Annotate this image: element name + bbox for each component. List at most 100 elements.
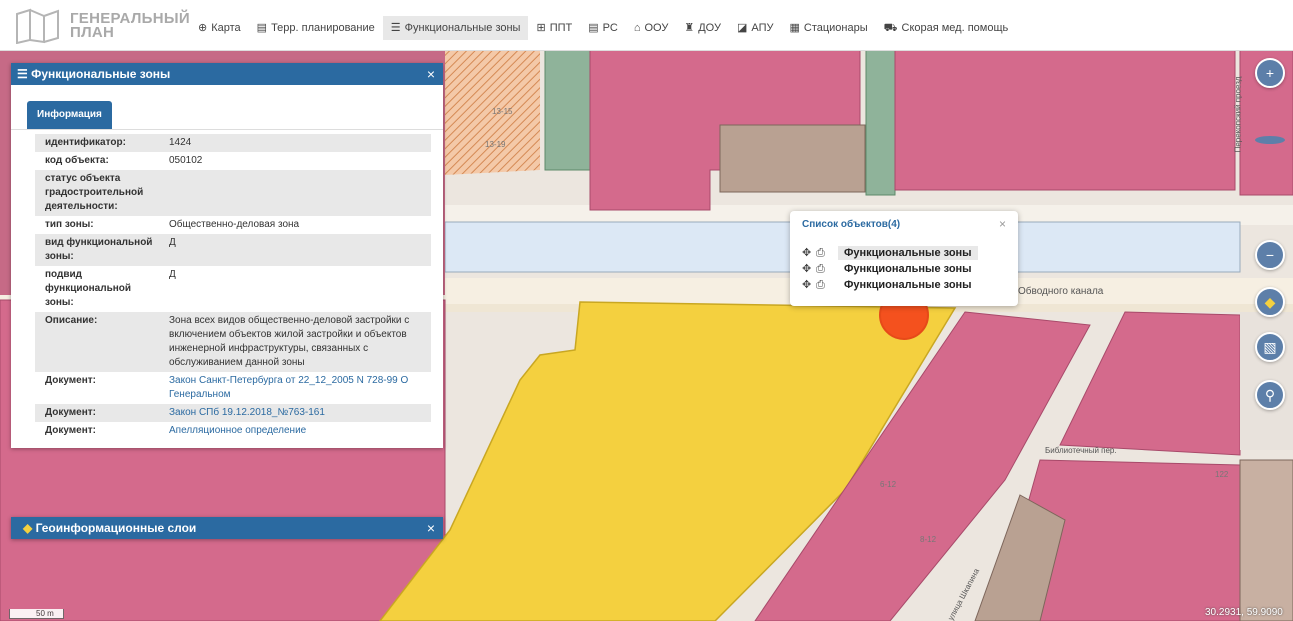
menu-icon: ☰ <box>17 67 32 81</box>
table-row: Документ: Апелляционное определение <box>35 422 431 440</box>
tab-information[interactable]: Информация <box>27 101 112 129</box>
functional-zones-panel: ☰ Функциональные зоны × Информация идент… <box>11 63 443 448</box>
parcel-label: 122 <box>1215 470 1229 479</box>
zoom-in-button[interactable]: + <box>1255 58 1285 88</box>
table-row: Описание: Зона всех видов общественно-дел… <box>35 312 431 372</box>
nav-label: АПУ <box>751 22 774 34</box>
nav-label: ДОУ <box>698 22 721 34</box>
table-row: подвид функциональной зоны: Д <box>35 266 431 312</box>
close-icon[interactable]: × <box>999 217 1006 231</box>
table-row: идентификатор: 1424 <box>35 134 431 152</box>
table-row: вид функциональной зоны: Д <box>35 234 431 266</box>
layers-icon: ◆ <box>23 521 36 535</box>
document-icon: ▤ <box>256 22 268 34</box>
child-icon: ♜ <box>684 22 695 34</box>
nav-label: РС <box>602 22 618 34</box>
street-label: Перекопский проезд <box>1233 76 1243 153</box>
move-icon[interactable]: ✥ <box>802 246 816 260</box>
close-icon[interactable]: × <box>427 63 435 85</box>
nav-label: Скорая мед. помощь <box>901 22 1009 34</box>
nav-item-hospitals[interactable]: ▦ Стационары <box>781 16 875 40</box>
table-row: Документ: Закон Санкт-Петербурга от 22_12… <box>35 372 431 404</box>
panel-title: Функциональные зоны <box>31 67 171 81</box>
logo-text: ГЕНЕРАЛЬНЫЙ ПЛАН <box>70 11 190 41</box>
document-link[interactable]: Закон Санкт-Петербурга от 22_12_2005 N 7… <box>169 375 408 400</box>
scale-bar: 50 m <box>9 609 64 619</box>
zoom-out-button[interactable]: − <box>1255 240 1285 270</box>
document-link[interactable]: Закон СПб 19.12.2018_№763-161 <box>169 407 325 418</box>
nav-item-rs[interactable]: ▤ РС <box>580 16 626 40</box>
table-row: статус объекта градостроительной деятель… <box>35 170 431 216</box>
print-icon[interactable]: ⎙ <box>816 262 830 276</box>
nav-label: Терр. планирование <box>271 22 375 34</box>
nav-item-oou[interactable]: ⌂ ООУ <box>626 16 677 40</box>
search-button[interactable]: ⚲ <box>1255 380 1285 410</box>
attribute-key: Документ: <box>45 375 97 386</box>
parcel-label: 8-12 <box>920 535 937 544</box>
panel-title: Геоинформационные слои <box>35 521 197 535</box>
grid-icon: ⊞ <box>536 22 546 34</box>
logo-icon <box>16 8 59 44</box>
popup-item-label[interactable]: Функциональные зоны <box>838 278 978 292</box>
table-row: Документ: Закон СПб 19.12.2018_№763-161 <box>35 404 431 422</box>
geo-layers-panel[interactable]: ◆ Геоинформационные слои × <box>11 517 443 539</box>
nav-label: Функциональные зоны <box>404 22 521 34</box>
nav-item-functional-zones[interactable]: ☰ Функциональные зоны <box>382 16 529 40</box>
print-icon[interactable]: ⎙ <box>816 278 830 292</box>
popup-item-label[interactable]: Функциональные зоны <box>838 246 978 260</box>
attribute-key: Документ: <box>35 404 159 422</box>
document-link[interactable]: Апелляционное определение <box>169 425 306 436</box>
panel-tabs: Информация <box>11 85 443 130</box>
nav-item-ppt[interactable]: ⊞ ППТ <box>528 16 580 40</box>
attribute-value <box>159 170 431 216</box>
attribute-value: Д <box>159 234 431 266</box>
nav-label: Стационары <box>803 22 868 34</box>
popup-item-label[interactable]: Функциональные зоны <box>838 262 978 276</box>
measure-icon[interactable]: ▧ <box>1255 332 1285 362</box>
panel-header: ☰ Функциональные зоны × <box>11 63 443 85</box>
attribute-value: Общественно-деловая зона <box>169 219 300 230</box>
nav-item-apu[interactable]: ◪ АПУ <box>729 16 782 40</box>
zoom-slider[interactable] <box>1255 136 1285 144</box>
nav-item-map[interactable]: ⊕ Карта <box>190 16 249 40</box>
layers-icon[interactable]: ◆ <box>1255 287 1285 317</box>
popup-item[interactable]: ✥ ⎙ Функциональные зоны <box>802 246 978 260</box>
nav-item-ambulance[interactable]: ⛟ Скорая мед. помощь <box>876 16 1017 40</box>
nav-label: ППТ <box>549 22 573 34</box>
table-row: тип зоны: Общественно-деловая зона <box>35 216 431 234</box>
nav-label: Карта <box>211 22 241 34</box>
popup-item[interactable]: ✥ ⎙ Функциональные зоны <box>802 278 978 292</box>
parcel-label: 13-15 <box>492 107 513 116</box>
move-icon[interactable]: ✥ <box>802 262 816 276</box>
attribute-key: статус объекта градостроительной деятель… <box>35 170 159 216</box>
coordinates-readout: 30.2931, 59.9090 <box>1205 607 1283 618</box>
street-label: Библиотечный пер. <box>1045 446 1117 455</box>
logo[interactable]: ГЕНЕРАЛЬНЫЙ ПЛАН <box>14 8 190 44</box>
nav-item-dou[interactable]: ♜ ДОУ <box>676 16 729 40</box>
move-icon[interactable]: ✥ <box>802 278 816 292</box>
ambulance-icon: ⛟ <box>883 22 898 34</box>
attribute-key: вид функциональной зоны: <box>35 234 159 266</box>
globe-icon: ⊕ <box>198 22 208 34</box>
main-menu: ⊕ Карта ▤ Терр. планирование ☰ Функциональн… <box>190 16 1016 40</box>
attribute-value: 050102 <box>169 155 203 166</box>
popup-title: Список объектов(4) <box>802 219 901 230</box>
nav-item-territorial-planning[interactable]: ▤ Терр. планирование <box>249 16 383 40</box>
logo-line-2: ПЛАН <box>70 24 115 41</box>
close-icon[interactable]: × <box>427 517 435 539</box>
top-navigation-bar: ГЕНЕРАЛЬНЫЙ ПЛАН ⊕ Карта ▤ Терр. планирова… <box>0 0 1293 51</box>
attribute-key: подвид функциональной зоны: <box>45 269 132 308</box>
attribute-key: Документ: <box>45 425 97 436</box>
hospital-icon: ▦ <box>789 22 800 34</box>
table-row: код объекта: 050102 <box>35 152 431 170</box>
box-icon: ◪ <box>736 22 748 34</box>
print-icon[interactable]: ⎙ <box>816 246 830 260</box>
parcel-label: 6-12 <box>880 480 897 489</box>
nav-label: ООУ <box>644 22 669 34</box>
popup-item[interactable]: ✥ ⎙ Функциональные зоны <box>802 262 978 276</box>
attribute-key: Описание: <box>35 312 159 372</box>
street-label: Обводного канала <box>1018 286 1104 297</box>
building-icon: ⌂ <box>633 22 641 34</box>
attribute-value: Д <box>169 269 176 280</box>
attribute-key: идентификатор: <box>35 134 159 152</box>
